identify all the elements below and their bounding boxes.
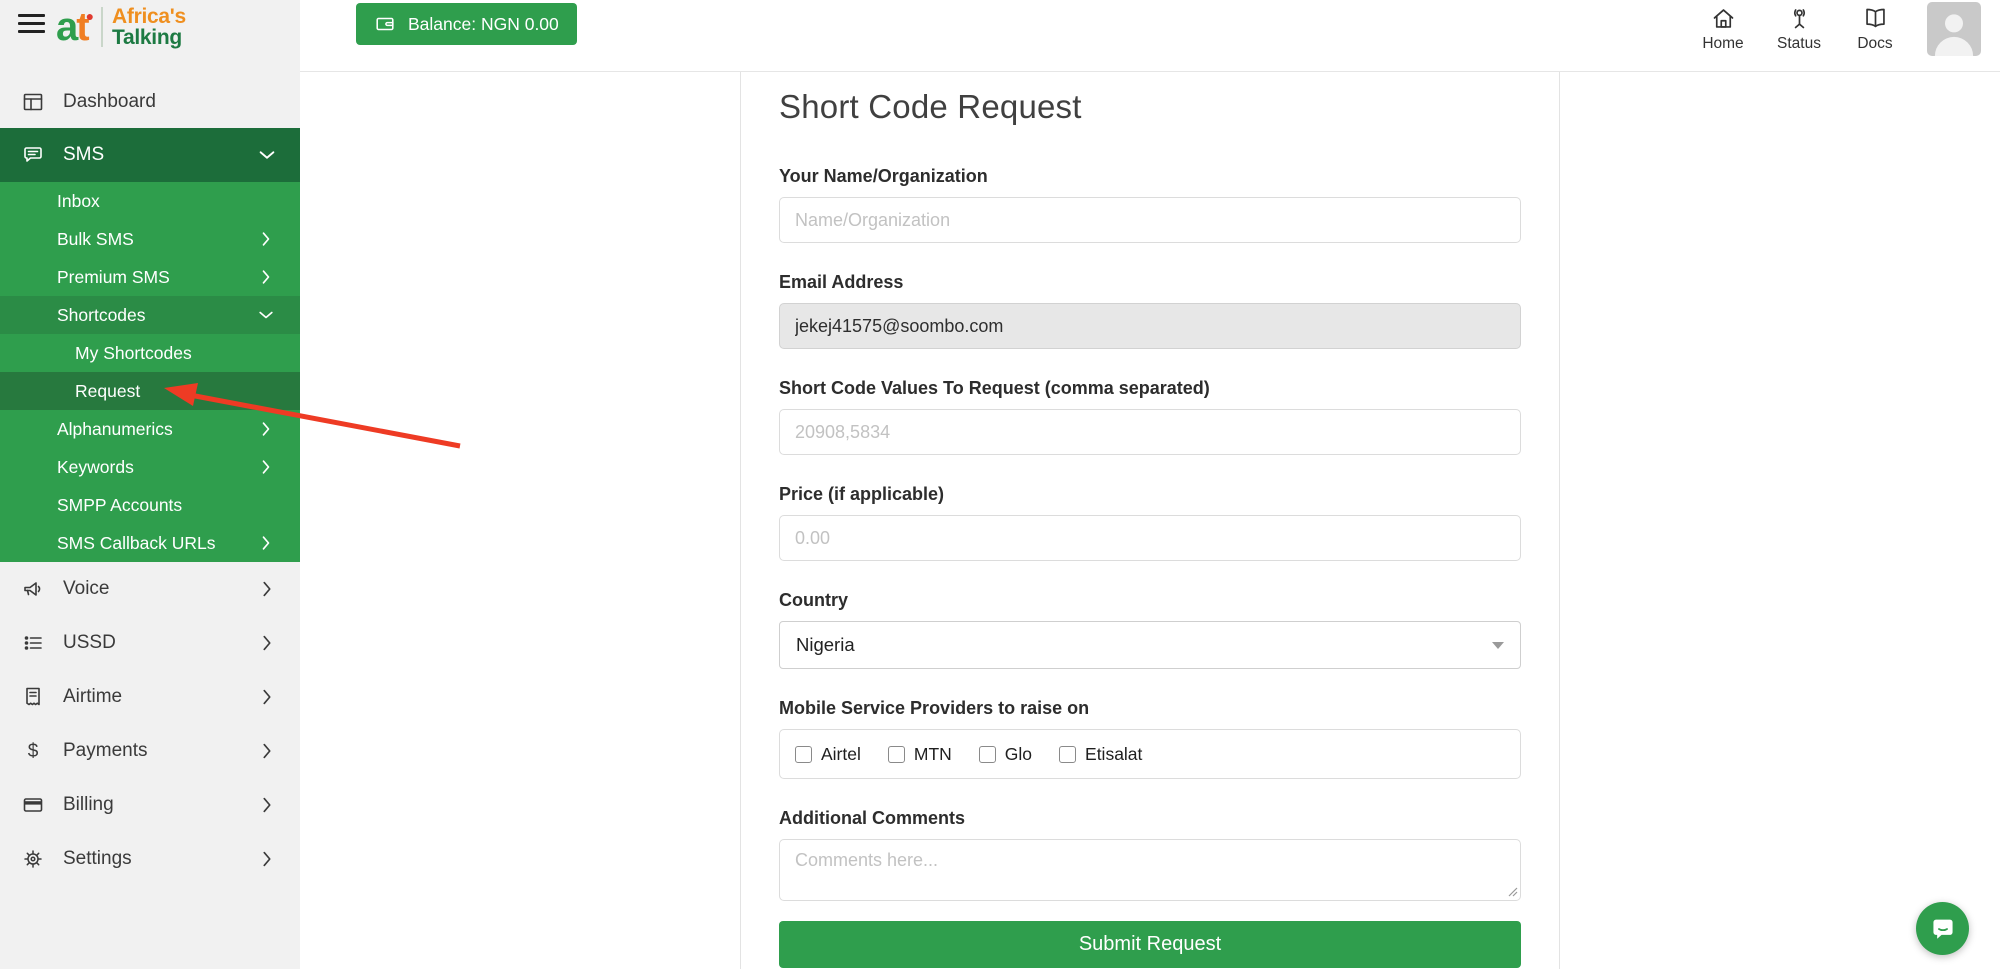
sidebar-nav: Dashboard SMS Inbox Bulk SMS Premium SMS [0, 76, 300, 886]
etisalat-checkbox[interactable] [1059, 746, 1076, 763]
sidebar-item-request[interactable]: Request [0, 372, 300, 410]
providers-box: Airtel MTN Glo Etisalat [779, 729, 1521, 779]
country-select[interactable]: Nigeria [779, 621, 1521, 669]
shortcode-values-input[interactable] [779, 409, 1521, 455]
provider-option-glo: Glo [979, 744, 1032, 765]
docs-icon [1862, 5, 1889, 32]
chevron-right-icon [256, 740, 278, 762]
sms-submenu: Inbox Bulk SMS Premium SMS Shortcodes My… [0, 182, 300, 562]
payments-icon: $ [20, 739, 46, 763]
country-field-group: Country Nigeria [779, 590, 1521, 669]
airtime-icon [20, 685, 46, 709]
price-input[interactable] [779, 515, 1521, 561]
shortcode-values-label: Short Code Values To Request (comma sepa… [779, 378, 1521, 399]
provider-option-etisalat: Etisalat [1059, 744, 1142, 765]
logo-wordmark: Africa's Talking [112, 6, 186, 48]
sidebar-item-premium-sms[interactable]: Premium SMS [0, 258, 300, 296]
dashboard-icon [20, 90, 46, 114]
chevron-down-icon [256, 144, 278, 166]
nav-docs[interactable]: Docs [1847, 5, 1903, 53]
africastalking-logo[interactable]: at ● Africa's Talking [56, 3, 186, 51]
sidebar-item-keywords[interactable]: Keywords [0, 448, 300, 486]
gear-icon [20, 847, 46, 871]
glo-checkbox[interactable] [979, 746, 996, 763]
chevron-right-icon [256, 457, 276, 477]
hamburger-menu-icon[interactable] [18, 14, 45, 38]
billing-icon [20, 793, 46, 817]
comments-label: Additional Comments [779, 808, 1521, 829]
nav-status[interactable]: Status [1771, 5, 1827, 53]
sidebar-item-voice[interactable]: Voice [0, 562, 300, 616]
sidebar-item-dashboard[interactable]: Dashboard [0, 76, 300, 128]
avatar[interactable] [1927, 2, 1981, 56]
chevron-right-icon [256, 794, 278, 816]
top-bar: Balance: NGN 0.00 Home Status Docs [300, 0, 2000, 72]
chevron-right-icon [256, 533, 276, 553]
email-field-group: Email Address [779, 272, 1521, 349]
shortcode-values-field-group: Short Code Values To Request (comma sepa… [779, 378, 1521, 455]
comments-field-group: Additional Comments [779, 808, 1521, 901]
name-label: Your Name/Organization [779, 166, 1521, 187]
submit-request-button[interactable]: Submit Request [779, 921, 1521, 968]
logo-divider [101, 7, 103, 47]
chevron-right-icon [256, 578, 278, 600]
logo-dots: ● [86, 8, 94, 24]
sidebar-item-settings[interactable]: Settings [0, 832, 300, 886]
main-content: Short Code Request Your Name/Organizatio… [300, 72, 2000, 969]
price-field-group: Price (if applicable) [779, 484, 1521, 561]
resize-handle-icon[interactable] [1507, 886, 1518, 897]
chevron-down-icon [256, 305, 276, 325]
providers-field-group: Mobile Service Providers to raise on Air… [779, 698, 1521, 779]
country-selected-value: Nigeria [796, 634, 855, 656]
sidebar-item-sms[interactable]: SMS [0, 128, 300, 182]
sidebar-item-sms-callback-urls[interactable]: SMS Callback URLs [0, 524, 300, 562]
chat-launcher-button[interactable] [1916, 902, 1969, 955]
home-icon [1710, 5, 1737, 32]
email-label: Email Address [779, 272, 1521, 293]
chevron-right-icon [256, 419, 276, 439]
sidebar-item-billing[interactable]: Billing [0, 778, 300, 832]
voice-icon [20, 577, 46, 601]
balance-button[interactable]: Balance: NGN 0.00 [356, 3, 577, 45]
sidebar-item-inbox[interactable]: Inbox [0, 182, 300, 220]
provider-option-airtel: Airtel [795, 744, 861, 765]
sidebar-item-shortcodes[interactable]: Shortcodes [0, 296, 300, 334]
country-label: Country [779, 590, 1521, 611]
sidebar: at ● Africa's Talking Dashboard SMS Inb [0, 0, 300, 969]
sidebar-item-alphanumerics[interactable]: Alphanumerics [0, 410, 300, 448]
chevron-down-icon [1492, 642, 1504, 649]
sidebar-item-smpp-accounts[interactable]: SMPP Accounts [0, 486, 300, 524]
logo-at-glyph: at [56, 3, 88, 51]
sidebar-item-ussd[interactable]: USSD [0, 616, 300, 670]
top-nav: Home Status Docs [1695, 5, 1903, 53]
chat-bubble-icon [1929, 915, 1957, 943]
chevron-right-icon [256, 686, 278, 708]
chevron-right-icon [256, 632, 278, 654]
comments-textarea[interactable] [779, 839, 1521, 901]
chevron-right-icon [256, 267, 276, 287]
sidebar-item-bulk-sms[interactable]: Bulk SMS [0, 220, 300, 258]
name-field-group: Your Name/Organization [779, 166, 1521, 243]
price-label: Price (if applicable) [779, 484, 1521, 505]
sidebar-item-my-shortcodes[interactable]: My Shortcodes [0, 334, 300, 372]
ussd-icon [20, 631, 46, 655]
chevron-right-icon [256, 848, 278, 870]
mtn-checkbox[interactable] [888, 746, 905, 763]
sidebar-item-airtime[interactable]: Airtime [0, 670, 300, 724]
svg-text:$: $ [28, 741, 39, 762]
sidebar-item-payments[interactable]: $ Payments [0, 724, 300, 778]
nav-home[interactable]: Home [1695, 5, 1751, 53]
providers-label: Mobile Service Providers to raise on [779, 698, 1521, 719]
sms-icon [20, 143, 46, 167]
email-field[interactable] [779, 303, 1521, 349]
status-icon [1786, 5, 1813, 32]
chevron-right-icon [256, 229, 276, 249]
page-title: Short Code Request [779, 88, 1521, 126]
shortcode-request-panel: Short Code Request Your Name/Organizatio… [740, 72, 1560, 969]
wallet-icon [374, 13, 396, 35]
name-input[interactable] [779, 197, 1521, 243]
airtel-checkbox[interactable] [795, 746, 812, 763]
provider-option-mtn: MTN [888, 744, 952, 765]
